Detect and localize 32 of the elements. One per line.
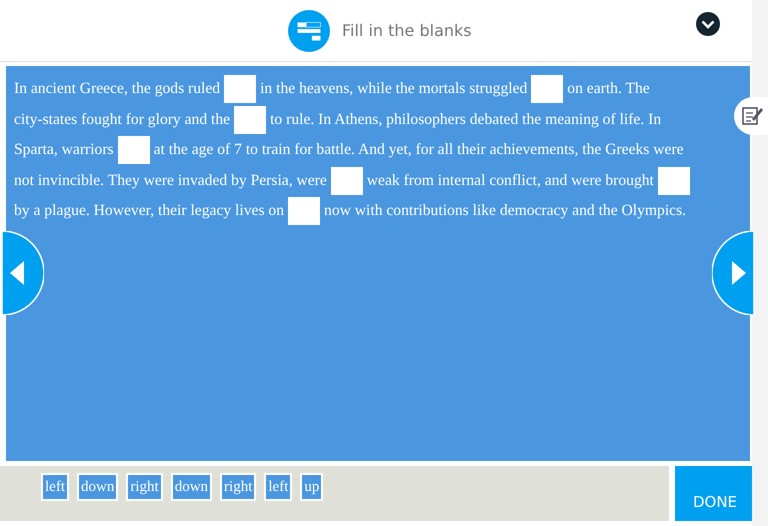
chevron-down-icon[interactable]	[696, 12, 720, 36]
next-arrow-icon[interactable]	[712, 231, 756, 315]
blank-field[interactable]	[531, 75, 564, 104]
word-chip[interactable]: down	[77, 473, 118, 501]
blank-field[interactable]	[224, 75, 256, 104]
blank-field[interactable]	[234, 106, 266, 134]
passage-text: In ancient Greece, the gods ruled	[14, 79, 220, 99]
fill-blanks-logo-icon	[288, 10, 330, 52]
word-chip[interactable]: down	[170, 473, 212, 501]
word-chip[interactable]: right	[220, 473, 256, 501]
word-chip[interactable]: left	[264, 473, 292, 501]
blank-field[interactable]	[330, 166, 363, 195]
passage-text: weak from internal conflict, and were brought	[366, 170, 654, 190]
passage-text: on earth. The	[567, 79, 650, 99]
edit-note-icon[interactable]	[734, 97, 768, 135]
word-chip[interactable]: up	[300, 473, 324, 501]
word-chip[interactable]: left	[41, 473, 69, 501]
passage-text: city-states fought for glory and the	[14, 110, 230, 130]
word-chip[interactable]: right	[126, 473, 163, 501]
passage-text: to rule. In Athens, philosophers debated the meaning of life. In	[270, 110, 662, 130]
blank-field[interactable]	[288, 197, 320, 226]
passage-text: at the age of 7 to train for battle. And yet, for all their achievements, the Greeks were	[154, 140, 684, 160]
activity-title: Fill in the blanks	[342, 21, 472, 40]
passage-text: in the heavens, while the mortals struggled	[260, 79, 528, 99]
done-button[interactable]: DONE	[675, 466, 755, 521]
previous-arrow-icon[interactable]	[0, 231, 44, 315]
passage-text: not invincible. They were invaded by Persia, were	[14, 170, 327, 190]
blank-field[interactable]	[118, 136, 150, 164]
blank-field[interactable]	[658, 166, 690, 195]
passage-text: Sparta, warriors	[14, 140, 114, 160]
passage-text: now with contributions like democracy and the Olympics.	[324, 201, 686, 221]
passage-text: by a plague. However, their legacy lives on	[14, 201, 284, 221]
